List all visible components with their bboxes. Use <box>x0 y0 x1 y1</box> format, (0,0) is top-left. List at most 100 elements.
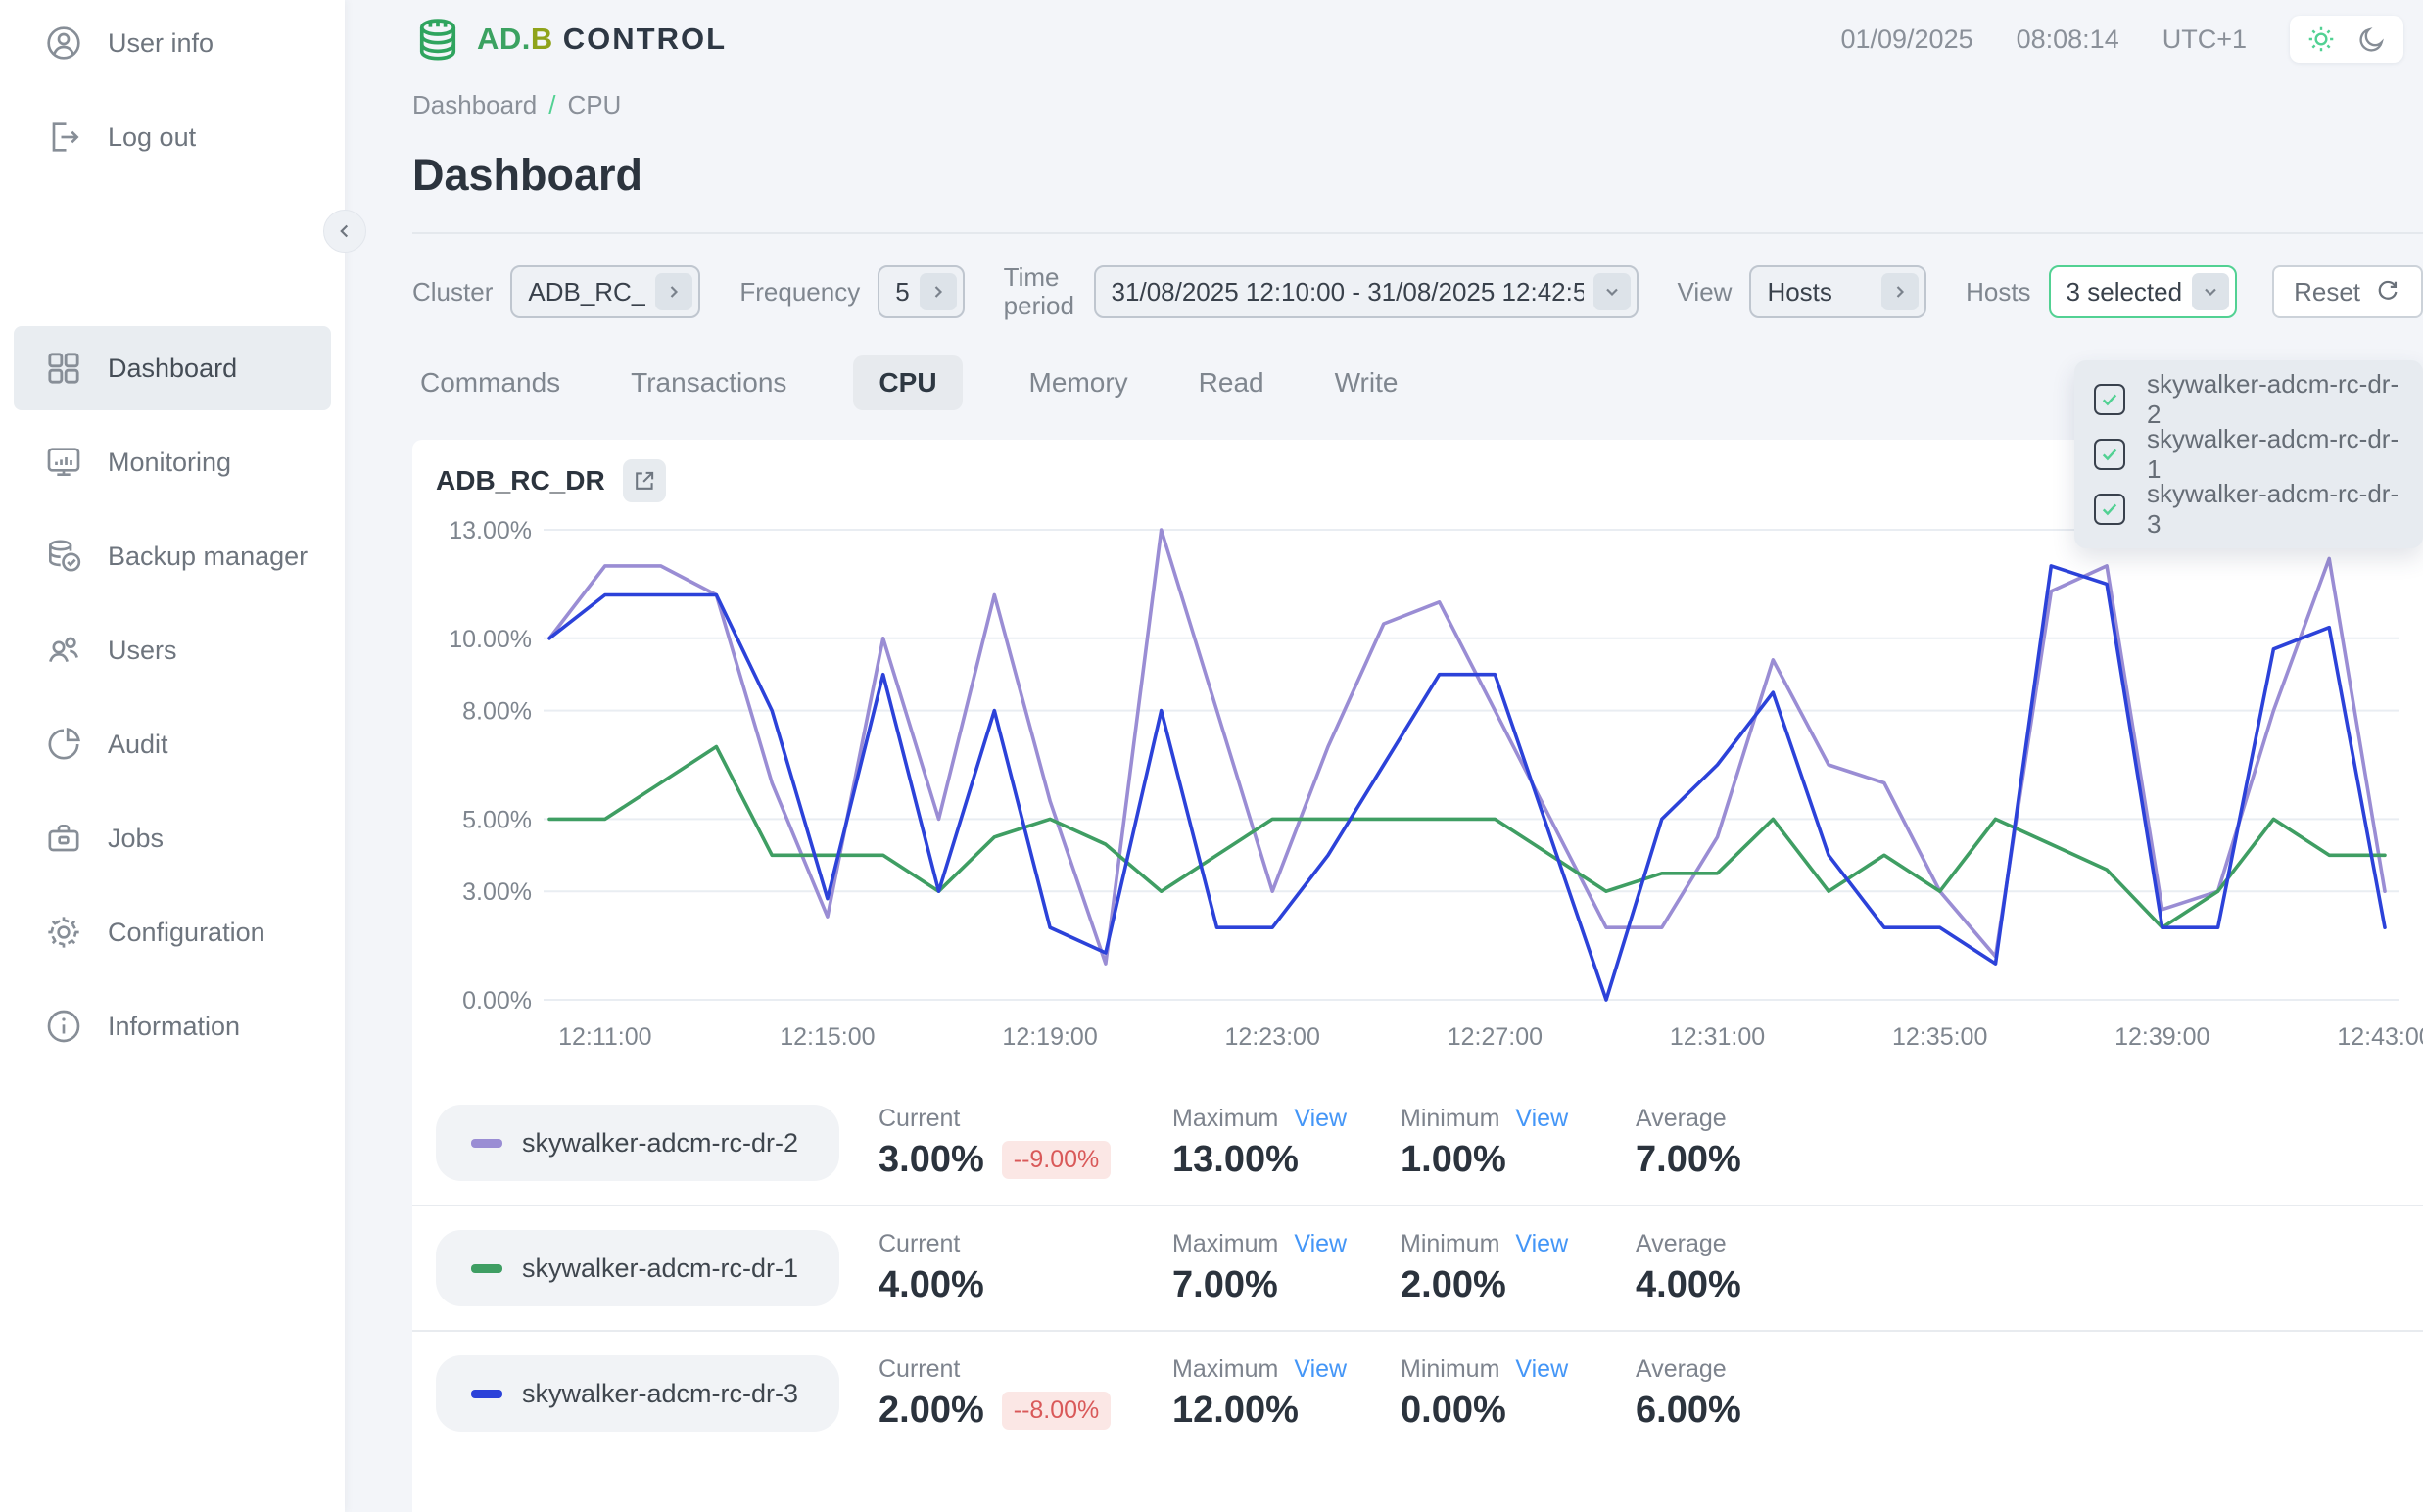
frequency-value: 5 <box>895 277 909 307</box>
tab-memory[interactable]: Memory <box>1025 355 1132 410</box>
reset-button[interactable]: Reset <box>2272 265 2423 318</box>
expand-chart-button[interactable] <box>623 459 666 502</box>
logo-database-icon <box>412 14 463 65</box>
svg-text:12:35:00: 12:35:00 <box>1892 1023 1987 1051</box>
maximum-value: 13.00% <box>1172 1139 1299 1181</box>
current-value: 2.00% <box>879 1390 984 1432</box>
briefcase-icon <box>43 818 84 859</box>
minimum-label: Minimum <box>1401 1355 1499 1384</box>
sidebar-item-information[interactable]: Information <box>14 984 331 1068</box>
sidebar-item-user-info[interactable]: User info <box>0 14 345 72</box>
checkbox-checked-icon[interactable] <box>2094 439 2125 470</box>
checkbox-checked-icon[interactable] <box>2094 384 2125 415</box>
monitor-chart-icon <box>43 442 84 483</box>
sidebar-item-log-out[interactable]: Log out <box>0 108 345 166</box>
sidebar-menu: Dashboard Monitoring Backup manager User… <box>0 326 345 1068</box>
tab-transactions[interactable]: Transactions <box>627 355 790 410</box>
sidebar: User info Log out Dashboard Monitori <box>0 0 345 1512</box>
cluster-value: ADB_RC_... <box>528 277 645 307</box>
cluster-label: Cluster <box>412 277 493 307</box>
filter-bar: Cluster ADB_RC_... Frequency 5 Time peri… <box>412 263 2423 320</box>
chevron-down-icon[interactable] <box>2192 273 2229 310</box>
average-value: 7.00% <box>1636 1139 1741 1181</box>
sidebar-item-label: Log out <box>108 122 196 153</box>
chevron-left-icon <box>334 220 356 242</box>
cluster-select[interactable]: ADB_RC_... <box>510 265 700 318</box>
tab-write[interactable]: Write <box>1331 355 1402 410</box>
sidebar-item-monitoring[interactable]: Monitoring <box>14 420 331 504</box>
sidebar-item-label: Backup manager <box>108 542 308 572</box>
hosts-value: 3 selected <box>2067 277 2183 307</box>
minimum-view-link[interactable]: View <box>1515 1230 1568 1258</box>
moon-icon[interactable] <box>2356 24 2388 55</box>
svg-text:12:27:00: 12:27:00 <box>1448 1023 1543 1051</box>
sidebar-collapse-button[interactable] <box>323 210 366 253</box>
legend-host-pill[interactable]: skywalker-adcm-rc-dr-2 <box>436 1105 839 1181</box>
view-select[interactable]: Hosts <box>1749 265 1926 318</box>
host-option-label: skywalker-adcm-rc-dr-3 <box>2147 479 2403 540</box>
hosts-dropdown-item[interactable]: skywalker-adcm-rc-dr-2 <box>2074 372 2423 427</box>
minimum-view-link[interactable]: View <box>1515 1355 1568 1384</box>
legend-host-pill[interactable]: skywalker-adcm-rc-dr-3 <box>436 1355 839 1432</box>
sidebar-item-audit[interactable]: Audit <box>14 702 331 786</box>
legend-row: skywalker-adcm-rc-dr-3 Current 2.00% --8… <box>436 1332 2423 1455</box>
hosts-dropdown-item[interactable]: skywalker-adcm-rc-dr-3 <box>2074 482 2423 537</box>
sidebar-item-dashboard[interactable]: Dashboard <box>14 326 331 410</box>
chevron-down-icon[interactable] <box>1593 273 1631 310</box>
current-date: 01/09/2025 <box>1840 24 1972 55</box>
info-icon <box>43 1006 84 1047</box>
current-time: 08:08:14 <box>2017 24 2119 55</box>
sidebar-item-label: Jobs <box>108 824 164 854</box>
average-label: Average <box>1636 1230 1727 1258</box>
cpu-chart-card: ADB_RC_DR 0.00%3.00%5.00%8.00%10.00%13.0… <box>412 440 2423 1512</box>
maximum-label: Maximum <box>1172 1355 1278 1384</box>
users-icon <box>43 630 84 671</box>
chevron-right-icon[interactable] <box>1881 273 1919 310</box>
minimum-label: Minimum <box>1401 1230 1499 1258</box>
hosts-dropdown-item[interactable]: skywalker-adcm-rc-dr-1 <box>2074 427 2423 482</box>
frequency-select[interactable]: 5 <box>878 265 964 318</box>
sidebar-item-users[interactable]: Users <box>14 608 331 692</box>
legend-host-pill[interactable]: skywalker-adcm-rc-dr-1 <box>436 1230 839 1306</box>
time-period-value: 31/08/2025 12:10:00 - 31/08/2025 12:42:5… <box>1112 277 1584 307</box>
tab-read[interactable]: Read <box>1195 355 1268 410</box>
sidebar-item-configuration[interactable]: Configuration <box>14 890 331 974</box>
app-root: User info Log out Dashboard Monitori <box>0 0 2423 1512</box>
backup-database-icon <box>43 536 84 577</box>
maximum-view-link[interactable]: View <box>1294 1355 1347 1384</box>
sidebar-item-backup-manager[interactable]: Backup manager <box>14 514 331 598</box>
chevron-right-icon[interactable] <box>655 273 692 310</box>
time-period-select[interactable]: 31/08/2025 12:10:00 - 31/08/2025 12:42:5… <box>1094 265 1639 318</box>
sidebar-item-jobs[interactable]: Jobs <box>14 796 331 880</box>
maximum-view-link[interactable]: View <box>1294 1105 1347 1133</box>
cpu-line-chart[interactable]: 0.00%3.00%5.00%8.00%10.00%13.00%12:11:00… <box>436 508 2423 1071</box>
minimum-view-link[interactable]: View <box>1515 1105 1568 1133</box>
current-label: Current <box>879 1105 960 1133</box>
series-swatch <box>471 1139 502 1148</box>
maximum-label: Maximum <box>1172 1105 1278 1133</box>
frequency-label: Frequency <box>739 277 860 307</box>
sidebar-item-label: Information <box>108 1012 240 1042</box>
checkbox-checked-icon[interactable] <box>2094 494 2125 525</box>
maximum-view-link[interactable]: View <box>1294 1230 1347 1258</box>
hosts-dropdown-panel: skywalker-adcm-rc-dr-2 skywalker-adcm-rc… <box>2074 360 2423 548</box>
tab-cpu[interactable]: CPU <box>853 355 962 410</box>
chevron-right-icon[interactable] <box>920 273 957 310</box>
svg-text:0.00%: 0.00% <box>462 987 532 1015</box>
svg-text:12:39:00: 12:39:00 <box>2114 1023 2209 1051</box>
sidebar-item-label: Configuration <box>108 918 265 948</box>
view-label: View <box>1678 277 1733 307</box>
logo-text: AD.BCONTROL <box>477 22 727 57</box>
tab-commands[interactable]: Commands <box>416 355 564 410</box>
breadcrumb-dashboard[interactable]: Dashboard <box>412 90 537 120</box>
hosts-label: Hosts <box>1966 277 2030 307</box>
time-period-label: Time period <box>1004 263 1076 320</box>
sun-icon[interactable] <box>2305 24 2337 55</box>
delta-badge: --8.00% <box>1002 1392 1112 1430</box>
svg-text:13.00%: 13.00% <box>449 517 532 544</box>
theme-toggle[interactable] <box>2290 16 2403 63</box>
hosts-multiselect[interactable]: 3 selected <box>2049 265 2238 318</box>
average-label: Average <box>1636 1355 1727 1384</box>
timezone: UTC+1 <box>2162 24 2247 55</box>
maximum-label: Maximum <box>1172 1230 1278 1258</box>
